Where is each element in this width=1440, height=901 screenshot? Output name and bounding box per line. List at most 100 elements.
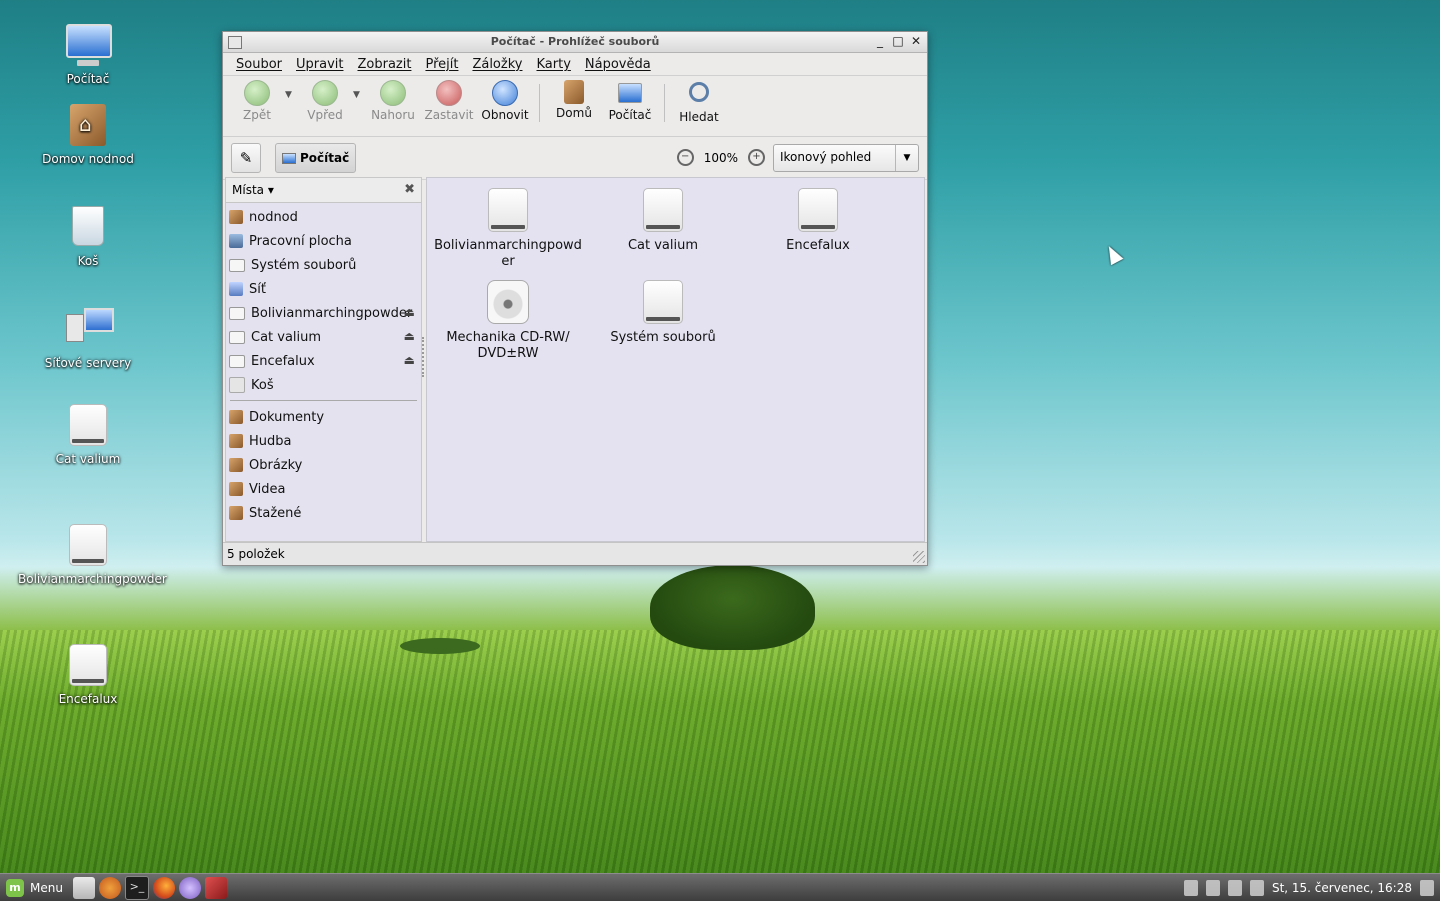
file-item-filesystem[interactable]: Systém souborů: [588, 280, 738, 346]
path-button-label: Počítač: [300, 151, 350, 165]
search-button[interactable]: Hledat: [671, 78, 727, 124]
file-item-bolivianmarchingpowder[interactable]: Bolivianmarchingpowd er: [433, 188, 583, 270]
sidebar-item-label: Systém souborů: [251, 257, 357, 273]
sidebar-item-trash[interactable]: Koš: [226, 373, 421, 397]
desktop-icon-network-servers[interactable]: Síťové servery: [18, 308, 158, 370]
sidebar-header: Místa ▾ ✖: [226, 178, 421, 203]
menu-edit[interactable]: Upravit: [289, 57, 350, 72]
sidebar-item-home[interactable]: nodnod: [226, 205, 421, 229]
maximize-button[interactable]: □: [892, 34, 904, 48]
search-label: Hledat: [679, 110, 719, 124]
sidebar-item-cat-valium[interactable]: Cat valium ⏏: [226, 325, 421, 349]
volume-icon[interactable]: [1420, 879, 1434, 896]
forward-history-dropdown[interactable]: ▼: [353, 78, 365, 100]
sidebar-item-documents[interactable]: Dokumenty: [226, 405, 421, 429]
menu-view[interactable]: Zobrazit: [350, 57, 418, 72]
mouse-cursor-icon: [1102, 242, 1124, 266]
drive-icon: [229, 306, 245, 320]
desktop-icon-computer[interactable]: Počítač: [18, 24, 158, 86]
ubuntu-one-icon[interactable]: [98, 876, 121, 899]
stop-button[interactable]: Zastavit: [421, 78, 477, 122]
terminal-icon[interactable]: >_: [124, 875, 149, 900]
view-mode-select[interactable]: Ikonový pohled ▼: [773, 144, 919, 172]
computer-button[interactable]: Počítač: [602, 78, 658, 122]
icon-view: Bolivianmarchingpowd er Cat valium Encef…: [426, 177, 925, 542]
desktop-icon-trash[interactable]: Koš: [18, 206, 158, 268]
desktop-icon-home[interactable]: Domov nodnod: [18, 104, 158, 166]
reload-icon: [492, 80, 518, 106]
toolbar-separator: [539, 84, 540, 122]
network-icon: [229, 282, 243, 296]
zoom-in-icon[interactable]: +: [748, 149, 765, 166]
app-launcher-icon[interactable]: [204, 876, 227, 899]
sidebar-item-network[interactable]: Síť: [226, 277, 421, 301]
file-item-encefalux[interactable]: Encefalux: [743, 188, 893, 254]
wallpaper-tree: [650, 565, 815, 650]
show-desktop-icon[interactable]: [72, 876, 95, 899]
desktop-icon-encefalux[interactable]: Encefalux: [18, 644, 158, 706]
sidebar-separator: [230, 400, 417, 401]
minimize-button[interactable]: _: [874, 34, 886, 48]
menu-help[interactable]: Nápověda: [578, 57, 658, 72]
up-button[interactable]: Nahoru: [365, 78, 421, 122]
zoom-out-icon[interactable]: −: [676, 149, 694, 166]
sidebar-item-label: Pracovní plocha: [249, 233, 352, 249]
forward-arrow-icon: [312, 80, 338, 106]
back-button[interactable]: Zpět: [229, 78, 285, 122]
sidebar-item-videos[interactable]: Videa: [226, 477, 421, 501]
sidebar-close-icon[interactable]: ✖: [404, 182, 415, 197]
toolbar-separator: [664, 84, 665, 122]
desktop-icon-label: Cat valium: [55, 452, 121, 466]
home-folder-icon: [564, 80, 584, 104]
menu-go[interactable]: Přejít: [418, 57, 465, 72]
sidebar-item-music[interactable]: Hudba: [226, 429, 421, 453]
lock-icon[interactable]: [1249, 879, 1264, 896]
sidebar-item-label: Stažené: [249, 505, 302, 521]
system-tray: St, 15. červenec, 16:28: [1183, 874, 1440, 901]
sidebar-mode-dropdown[interactable]: Místa ▾: [232, 183, 274, 197]
sidebar-item-encefalux[interactable]: Encefalux ⏏: [226, 349, 421, 373]
folder-icon: [229, 458, 243, 472]
eject-icon[interactable]: ⏏: [404, 305, 415, 319]
desktop-icon-label: Domov nodnod: [42, 152, 134, 166]
resize-grip[interactable]: [913, 551, 925, 563]
sidebar-item-label: Síť: [249, 281, 266, 297]
search-icon: [689, 82, 709, 102]
network-icon[interactable]: [1227, 879, 1242, 896]
sidebar-item-label: nodnod: [249, 209, 298, 225]
sidebar-item-label: Dokumenty: [249, 409, 325, 425]
clock[interactable]: St, 15. červenec, 16:28: [1272, 881, 1412, 895]
reload-button[interactable]: Obnovit: [477, 78, 533, 122]
menu-file[interactable]: Soubor: [229, 57, 289, 72]
path-button-computer[interactable]: Počítač: [275, 143, 357, 173]
sidebar-item-desktop[interactable]: Pracovní plocha: [226, 229, 421, 253]
eject-icon[interactable]: ⏏: [404, 329, 415, 343]
forward-button[interactable]: Vpřed: [297, 78, 353, 122]
window-title: Počítač - Prohlížeč souborů: [490, 35, 660, 48]
desktop-icon-bolivianmarchingpowder[interactable]: Bolivianmarchingpowder: [18, 524, 167, 586]
sidebar-item-filesystem[interactable]: Systém souborů: [226, 253, 421, 277]
toggle-location-entry-button[interactable]: ✎: [231, 143, 261, 173]
close-button[interactable]: ✕: [910, 34, 922, 48]
back-history-dropdown[interactable]: ▼: [285, 78, 297, 100]
update-manager-icon[interactable]: [1205, 879, 1220, 896]
firefox-icon[interactable]: [152, 876, 175, 899]
location-bar: ✎ Počítač − 100% + Ikonový pohled ▼: [223, 137, 927, 180]
pidgin-icon[interactable]: [178, 876, 201, 899]
desktop-icon-cat-valium[interactable]: Cat valium: [18, 404, 158, 466]
start-menu-button[interactable]: m Menu: [0, 874, 69, 901]
sidebar-item-bolivianmarchingpowder[interactable]: Bolivianmarchingpowder ⏏: [226, 301, 421, 325]
eject-icon[interactable]: ⏏: [404, 353, 415, 367]
zoom-level[interactable]: 100%: [704, 151, 738, 165]
menu-bookmarks[interactable]: Záložky: [465, 57, 529, 72]
file-item-cat-valium[interactable]: Cat valium: [588, 188, 738, 254]
trash-icon: [66, 206, 110, 250]
home-label: Domů: [556, 106, 592, 120]
home-button[interactable]: Domů: [546, 78, 602, 120]
menu-tabs[interactable]: Karty: [529, 57, 577, 72]
sidebar-item-pictures[interactable]: Obrázky: [226, 453, 421, 477]
microphone-icon[interactable]: [1183, 879, 1198, 896]
window-titlebar[interactable]: Počítač - Prohlížeč souborů _ □ ✕: [223, 32, 927, 53]
file-item-cd-drive[interactable]: Mechanika CD-RW/ DVD±RW: [433, 280, 583, 362]
sidebar-item-downloads[interactable]: Stažené: [226, 501, 421, 525]
